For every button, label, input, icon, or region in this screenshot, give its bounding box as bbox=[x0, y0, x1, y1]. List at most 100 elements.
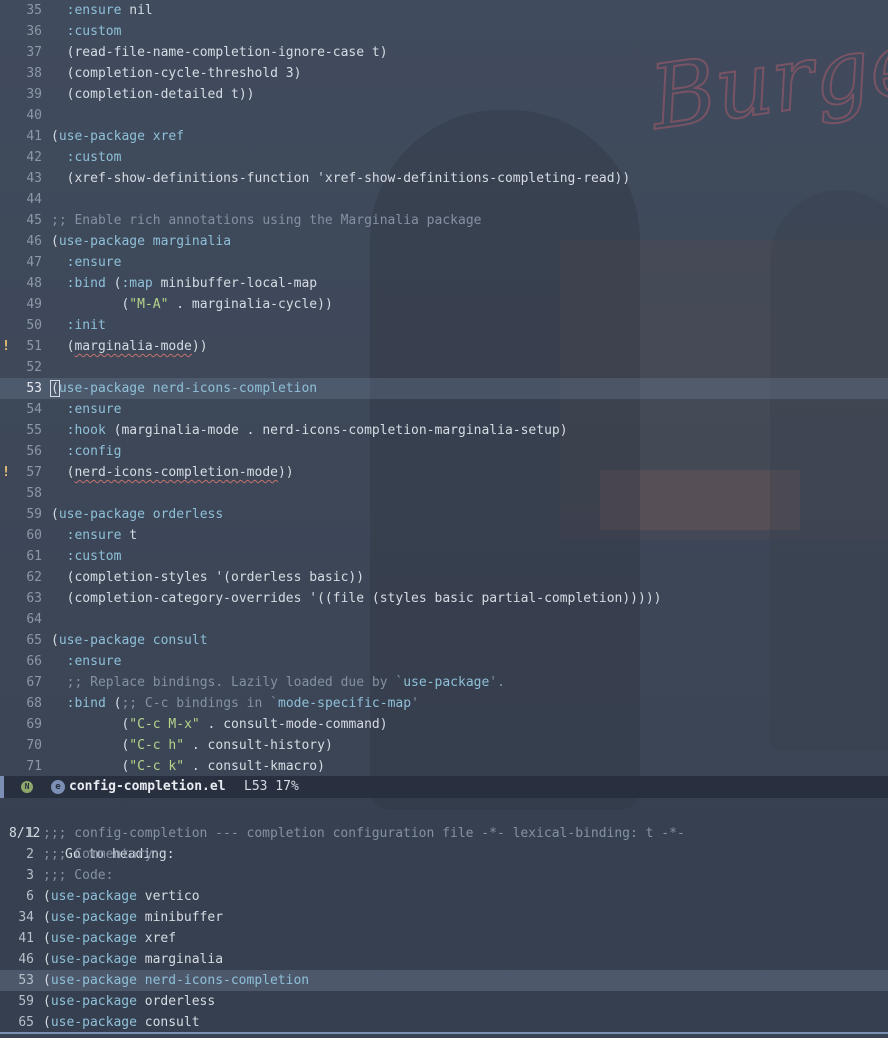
code-line[interactable]: 43 (xref-show-definitions-function 'xref… bbox=[0, 168, 888, 189]
cursor-position: L53 17% bbox=[244, 779, 299, 794]
code-token: ( bbox=[51, 339, 75, 354]
candidate-item[interactable]: 34 (use-package minibuffer bbox=[0, 907, 888, 928]
code-line[interactable]: 41 (use-package xref bbox=[0, 126, 888, 147]
code-line[interactable]: 49 ("M-A" . marginalia-cycle)) bbox=[0, 294, 888, 315]
buffer-filename: config-completion.el bbox=[69, 779, 226, 794]
candidate-item[interactable]: 3 ;;; Code: bbox=[0, 865, 888, 886]
code-line[interactable]: 62 (completion-styles '(orderless basic)… bbox=[0, 567, 888, 588]
flycheck-warning-icon[interactable]: ! bbox=[0, 462, 12, 483]
code-line[interactable]: 46 (use-package marginalia bbox=[0, 231, 888, 252]
code-line[interactable]: 50 :init bbox=[0, 315, 888, 336]
code-line[interactable]: 68 :bind (;; C-c bindings in `mode-speci… bbox=[0, 693, 888, 714]
minibuffer[interactable]: 8/12 Go to heading: 1 ;;; config-completi… bbox=[0, 798, 888, 1034]
code-line[interactable]: 54 :ensure bbox=[0, 399, 888, 420]
code-line[interactable]: ! 51 (marginalia-mode)) bbox=[0, 336, 888, 357]
code-token: nerd-icons-completion bbox=[152, 381, 318, 396]
code-token: ( bbox=[105, 276, 122, 291]
code-text: :ensure nil bbox=[51, 0, 153, 21]
code-token: ( bbox=[50, 380, 60, 397]
candidate-line-number: 46 bbox=[18, 952, 34, 967]
candidate-item[interactable]: 1 ;;; config-completion --- completion co… bbox=[0, 823, 888, 844]
code-text: (completion-styles '(orderless basic)) bbox=[51, 567, 364, 588]
candidate-item[interactable]: 65 (use-package consult bbox=[0, 1012, 888, 1033]
candidate-text: (use-package xref bbox=[43, 928, 176, 949]
candidate-item[interactable]: 46 (use-package marginalia bbox=[0, 949, 888, 970]
code-token: orderless bbox=[152, 507, 224, 522]
code-token: (completion-styles '(orderless basic)) bbox=[51, 570, 365, 585]
line-number: 61 bbox=[26, 549, 42, 564]
line-number: 35 bbox=[26, 3, 42, 18]
candidate-item[interactable]: 2 ;;; Commentary: bbox=[0, 844, 888, 865]
code-token: (xref-show-definitions-function 'xref-sh… bbox=[51, 171, 631, 186]
line-number: 62 bbox=[26, 570, 42, 585]
line-number: 41 bbox=[26, 129, 42, 144]
candidate-line-number: 53 bbox=[18, 973, 34, 988]
code-text: ;; Enable rich annotations using the Mar… bbox=[51, 210, 481, 231]
code-text: :config bbox=[51, 441, 122, 462]
code-line[interactable]: 38 (completion-cycle-threshold 3) bbox=[0, 63, 888, 84]
code-line[interactable]: 55 :hook (marginalia-mode . nerd-icons-c… bbox=[0, 420, 888, 441]
code-token: :bind bbox=[66, 696, 106, 711]
candidate-item[interactable]: 59 (use-package orderless bbox=[0, 991, 888, 1012]
line-number: 51 bbox=[26, 339, 42, 354]
code-line[interactable]: 63 (completion-category-overrides '((fil… bbox=[0, 588, 888, 609]
code-token: )) bbox=[191, 339, 208, 354]
code-line[interactable]: 36 :custom bbox=[0, 21, 888, 42]
code-line[interactable]: 59 (use-package orderless bbox=[0, 504, 888, 525]
line-number: 46 bbox=[26, 234, 42, 249]
candidate-item-selected[interactable]: 53 (use-package nerd-icons-completion bbox=[0, 970, 888, 991]
candidate-text: ;;; config-completion --- completion con… bbox=[43, 823, 685, 844]
code-line[interactable]: 56 :config bbox=[0, 441, 888, 462]
candidate-item[interactable]: 41 (use-package xref bbox=[0, 928, 888, 949]
code-token: . marginalia-cycle)) bbox=[168, 297, 333, 312]
code-token: . consult-history) bbox=[184, 738, 333, 753]
candidate-text: ;;; Commentary: bbox=[43, 844, 160, 865]
code-line[interactable]: 64 bbox=[0, 609, 888, 630]
code-line[interactable]: 37 (read-file-name-completion-ignore-cas… bbox=[0, 42, 888, 63]
candidate-text: (use-package nerd-icons-completion bbox=[43, 970, 309, 991]
code-line[interactable]: 45 ;; Enable rich annotations using the M… bbox=[0, 210, 888, 231]
code-text: ("C-c M-x" . consult-mode-command) bbox=[51, 714, 387, 735]
code-line[interactable]: 66 :ensure bbox=[0, 651, 888, 672]
code-text: (completion-detailed t)) bbox=[51, 84, 255, 105]
code-token: nerd-icons-completion bbox=[144, 973, 310, 988]
code-line[interactable]: 61 :custom bbox=[0, 546, 888, 567]
code-line[interactable]: 42 :custom bbox=[0, 147, 888, 168]
code-token: ( bbox=[43, 889, 51, 904]
candidate-item[interactable]: 6 (use-package vertico bbox=[0, 886, 888, 907]
code-line[interactable]: 69 ("C-c M-x" . consult-mode-command) bbox=[0, 714, 888, 735]
code-line-current[interactable]: 53 (use-package nerd-icons-completion bbox=[0, 378, 888, 399]
code-line[interactable]: 71 ("C-c k" . consult-kmacro) bbox=[0, 756, 888, 777]
code-line[interactable]: 35 :ensure nil bbox=[0, 0, 888, 21]
code-token: :ensure bbox=[66, 528, 122, 543]
code-line[interactable]: 58 bbox=[0, 483, 888, 504]
code-text: (nerd-icons-completion-mode)) bbox=[51, 462, 294, 483]
code-line[interactable]: ! 57 (nerd-icons-completion-mode)) bbox=[0, 462, 888, 483]
code-token: ;; C-c bindings in ` bbox=[121, 696, 278, 711]
code-token: use-package bbox=[58, 129, 145, 144]
code-line[interactable]: 44 bbox=[0, 189, 888, 210]
code-line[interactable]: 39 (completion-detailed t)) bbox=[0, 84, 888, 105]
code-token: marginalia-mode bbox=[74, 339, 192, 354]
code-token: ( bbox=[51, 129, 59, 144]
code-line[interactable]: 67 ;; Replace bindings. Lazily loaded du… bbox=[0, 672, 888, 693]
code-token: (read-file-name-completion-ignore-case t… bbox=[51, 45, 388, 60]
code-line[interactable]: 65 (use-package consult bbox=[0, 630, 888, 651]
code-line[interactable]: 60 :ensure t bbox=[0, 525, 888, 546]
emacs-lisp-mode-icon: e bbox=[51, 780, 65, 794]
code-token: ( bbox=[51, 759, 130, 774]
code-token: nerd-icons-completion-mode bbox=[74, 465, 278, 480]
code-text: (use-package orderless bbox=[51, 504, 223, 525]
code-text: (completion-cycle-threshold 3) bbox=[51, 63, 302, 84]
code-line[interactable]: 40 bbox=[0, 105, 888, 126]
code-line[interactable]: 52 bbox=[0, 357, 888, 378]
code-editor-buffer[interactable]: 35 :ensure nil 36 :custom 37 (read-file-na… bbox=[0, 0, 888, 776]
code-token: use-package bbox=[50, 1015, 137, 1030]
code-line[interactable]: 48 :bind (:map minibuffer-local-map bbox=[0, 273, 888, 294]
code-line[interactable]: 70 ("C-c h" . consult-history) bbox=[0, 735, 888, 756]
code-token: orderless bbox=[136, 994, 216, 1009]
flycheck-warning-icon[interactable]: ! bbox=[0, 336, 12, 357]
code-line[interactable]: 47 :ensure bbox=[0, 252, 888, 273]
